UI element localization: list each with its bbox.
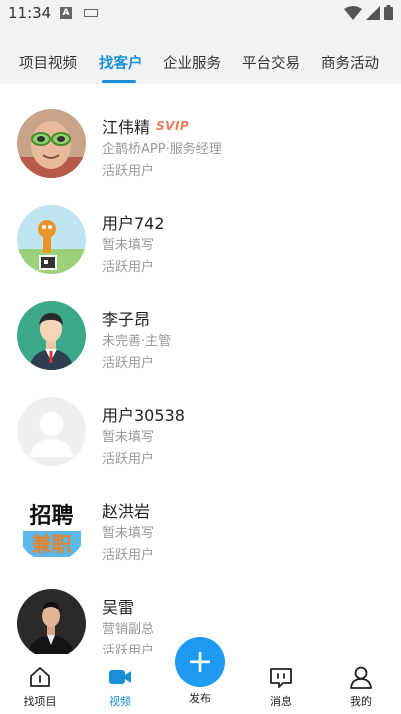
photo-avatar-icon xyxy=(17,109,86,178)
message-icon xyxy=(270,668,292,688)
video-icon xyxy=(109,670,131,684)
user-name-row: 吴雷 xyxy=(102,594,134,618)
nav-label: 视频 xyxy=(109,695,131,708)
user-name: 李子昂 xyxy=(102,310,151,329)
signal-icon xyxy=(366,5,380,20)
user-status: 活跃用户 xyxy=(102,356,155,371)
user-title: 暂未填写 xyxy=(102,238,155,253)
user-name: 吴雷 xyxy=(102,598,135,617)
user-status: 活跃用户 xyxy=(102,164,155,179)
user-name-row: 江伟精 SVIP xyxy=(102,114,189,138)
status-time: 11:34 xyxy=(8,4,52,22)
user-name-row: 用户742 xyxy=(102,210,165,234)
user-name: 用户742 xyxy=(102,214,165,233)
nav-label: 我的 xyxy=(350,695,372,708)
tab-enterprise-service[interactable]: 企业服务 xyxy=(163,52,221,73)
user-title: 未完善·主管 xyxy=(102,334,172,349)
user-name: 江伟精 xyxy=(102,118,151,137)
battery-icon xyxy=(384,5,393,20)
user-title: 暂未填写 xyxy=(102,430,155,445)
input-method-icon: A xyxy=(60,7,72,19)
nav-label: 消息 xyxy=(270,695,292,708)
tab-project-video[interactable]: 项目视频 xyxy=(19,52,77,73)
plus-icon: + xyxy=(186,642,214,680)
status-bar: 11:34 A xyxy=(0,0,401,28)
cartoon-avatar-icon xyxy=(17,205,86,274)
user-status: 活跃用户 xyxy=(102,452,155,467)
user-name-row: 李子昂 xyxy=(102,306,150,330)
category-tabs: 项目视频 找客户 企业服务 平台交易 商务活动 xyxy=(0,28,401,84)
svip-badge: SVIP xyxy=(156,119,190,133)
recruit-avatar-icon: 招聘 兼职 xyxy=(17,493,86,562)
tab-business-events[interactable]: 商务活动 xyxy=(321,52,379,73)
user-status: 活跃用户 xyxy=(102,548,155,563)
active-tab-indicator xyxy=(102,80,136,83)
nav-label: 找项目 xyxy=(23,695,57,708)
user-name-row: 赵洪岩 xyxy=(102,498,150,522)
tab-find-customers[interactable]: 找客户 xyxy=(99,52,143,73)
recruit-text-line1: 招聘 xyxy=(29,504,73,529)
profile-icon xyxy=(350,666,372,689)
nav-profile[interactable]: 我的 xyxy=(331,664,391,709)
user-title: 暂未填写 xyxy=(102,526,155,541)
user-status: 活跃用户 xyxy=(102,260,155,275)
list-item[interactable]: 用户30538 暂未填写 活跃用户 xyxy=(0,372,401,468)
user-list: 江伟精 SVIP 企鹊桥APP·服务经理 活跃用户 用户742 暂未填写 活跃用… xyxy=(0,84,401,654)
list-item[interactable]: 李子昂 未完善·主管 活跃用户 xyxy=(0,276,401,372)
user-name-row: 用户30538 xyxy=(102,402,185,426)
publish-button[interactable]: + xyxy=(175,637,225,687)
businessman-avatar-icon xyxy=(17,301,86,370)
wifi-icon xyxy=(344,5,362,20)
nav-video[interactable]: 视频 xyxy=(90,664,150,709)
tab-platform-trade[interactable]: 平台交易 xyxy=(242,52,300,73)
user-title: 营销副总 xyxy=(102,622,155,637)
list-item[interactable]: 用户742 暂未填写 活跃用户 xyxy=(0,180,401,276)
user-status: 活跃用户 xyxy=(102,644,155,654)
user-name: 赵洪岩 xyxy=(102,502,151,521)
suit-avatar-icon xyxy=(17,589,86,654)
user-name: 用户30538 xyxy=(102,406,185,425)
list-item[interactable]: 招聘 兼职 赵洪岩 暂未填写 活跃用户 xyxy=(0,468,401,564)
publish-label: 发布 xyxy=(189,692,211,705)
keyboard-icon xyxy=(84,9,98,17)
status-right-icons xyxy=(344,5,393,20)
list-item[interactable]: 江伟精 SVIP 企鹊桥APP·服务经理 活跃用户 xyxy=(0,84,401,180)
nav-find-project[interactable]: 找项目 xyxy=(10,664,70,709)
default-avatar-icon xyxy=(17,397,86,466)
project-icon xyxy=(30,667,50,687)
user-title: 企鹊桥APP·服务经理 xyxy=(102,142,222,157)
recruit-text-line2: 兼职 xyxy=(32,532,72,556)
nav-messages[interactable]: 消息 xyxy=(251,664,311,709)
